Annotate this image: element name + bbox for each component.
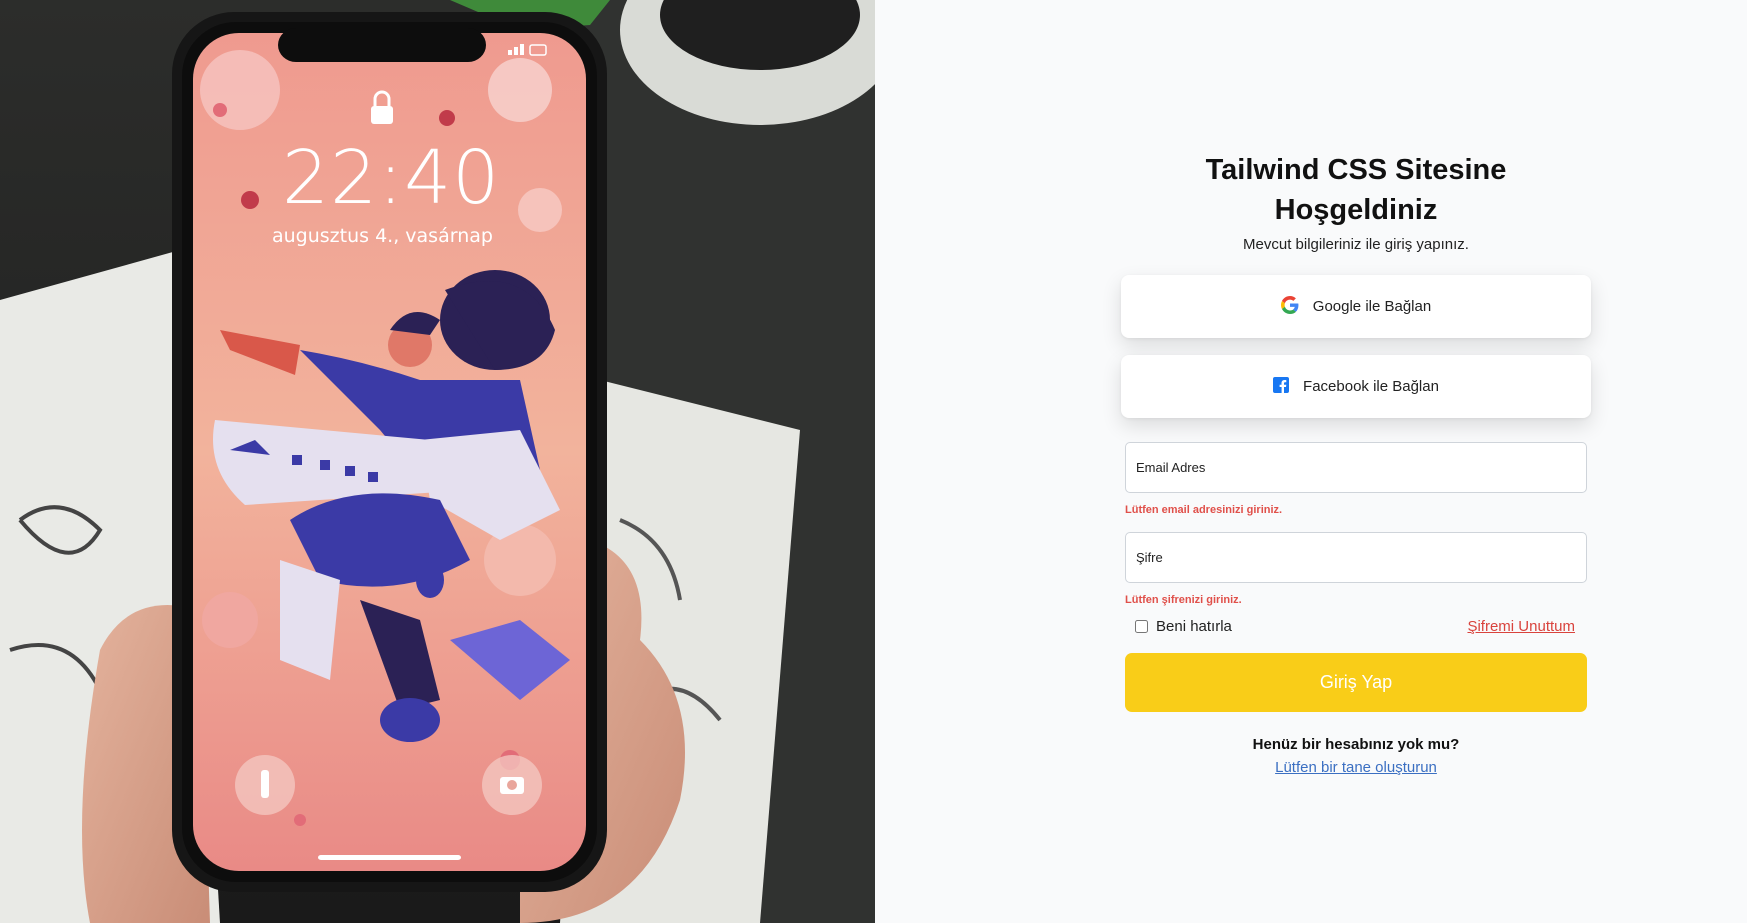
remember-label: Beni hatırla	[1156, 618, 1232, 635]
google-login-button[interactable]: Google ile Bağlan	[1121, 275, 1591, 338]
login-submit-button[interactable]: Giriş Yap	[1125, 653, 1587, 712]
google-icon	[1280, 295, 1299, 318]
create-account-link[interactable]: Lütfen bir tane oluşturun	[1121, 759, 1591, 776]
login-panel: Tailwind CSS Sitesine Hoşgeldiniz Mevcut…	[875, 0, 1747, 923]
email-error: Lütfen email adresinizi giriniz.	[1125, 504, 1283, 516]
remember-checkbox[interactable]	[1135, 620, 1148, 633]
remember-row: Beni hatırla Şifremi Unuttum	[1121, 618, 1591, 635]
hero-photo: 22:40 augusztus 4., vasárnap	[0, 0, 875, 923]
password-error: Lütfen şifrenizi giriniz.	[1125, 594, 1242, 606]
page-title: Tailwind CSS Sitesine Hoşgeldiniz	[1205, 154, 1507, 226]
facebook-icon	[1273, 376, 1290, 397]
facebook-login-label: Facebook ile Bağlan	[1303, 378, 1439, 395]
email-field[interactable]	[1125, 442, 1587, 493]
remember-me[interactable]: Beni hatırla	[1135, 618, 1232, 635]
forgot-password-link[interactable]: Şifremi Unuttum	[1467, 618, 1575, 635]
no-account-text: Henüz bir hesabınız yok mu?	[1252, 736, 1460, 753]
page-subtitle: Mevcut bilgileriniz ile giriş yapınız.	[1243, 236, 1469, 253]
password-field[interactable]	[1125, 532, 1587, 583]
google-login-label: Google ile Bağlan	[1312, 298, 1432, 315]
lockscreen-clock: 22:40	[282, 135, 501, 221]
login-form: Tailwind CSS Sitesine Hoşgeldiniz Mevcut…	[1121, 150, 1591, 776]
lockscreen-date: augusztus 4., vasárnap	[272, 225, 493, 247]
facebook-login-button[interactable]: Facebook ile Bağlan	[1121, 355, 1591, 418]
